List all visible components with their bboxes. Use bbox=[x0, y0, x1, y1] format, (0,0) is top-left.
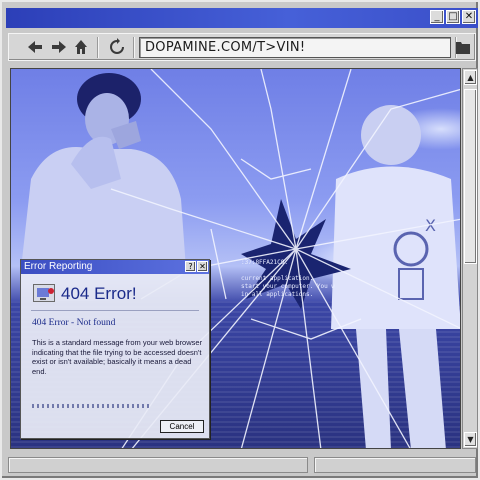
status-cell-main bbox=[8, 457, 308, 473]
error-heading: 404 Error! bbox=[61, 284, 137, 303]
error-subheading: 404 Error - Not found bbox=[32, 318, 116, 328]
toolbar-divider bbox=[97, 37, 99, 58]
scroll-down-button[interactable]: ▼ bbox=[464, 432, 477, 447]
navigation-toolbar: DOPAMINE.COM/T>VIN! bbox=[8, 33, 476, 61]
svg-text:X: X bbox=[425, 216, 436, 235]
glitch-noise bbox=[32, 404, 152, 408]
dialog-divider bbox=[31, 310, 199, 311]
window-controls: _ □ ✕ bbox=[430, 10, 476, 24]
address-bar[interactable]: DOPAMINE.COM/T>VIN! bbox=[139, 37, 451, 58]
toolbar-divider bbox=[133, 37, 135, 58]
help-button[interactable]: ? bbox=[185, 261, 196, 272]
dialog-controls: ? ✕ bbox=[185, 261, 208, 272]
minimize-button[interactable]: _ bbox=[430, 10, 444, 24]
browser-window: _ □ ✕ DOPAMINE.COM/T>VIN! X:37:8FFA21C9… bbox=[0, 0, 480, 480]
scroll-up-button[interactable]: ▲ bbox=[464, 70, 477, 85]
computer-error-icon bbox=[33, 284, 55, 302]
forward-arrow-icon[interactable] bbox=[49, 36, 69, 58]
maximize-button[interactable]: □ bbox=[446, 10, 460, 24]
cancel-button[interactable]: Cancel bbox=[160, 420, 204, 433]
person-left-figure bbox=[21, 73, 186, 269]
dialog-title-bar[interactable]: Error Reporting ? ✕ bbox=[21, 260, 209, 274]
bsod-error-text: :37:8FFA21C9. current application. start… bbox=[241, 259, 335, 298]
folder-icon[interactable] bbox=[453, 36, 473, 58]
title-bar[interactable]: _ □ ✕ bbox=[6, 8, 478, 28]
error-message: This is a standard message from your web… bbox=[32, 338, 203, 376]
home-icon[interactable] bbox=[71, 36, 91, 58]
refresh-icon[interactable] bbox=[107, 36, 127, 58]
scrollbar-thumb[interactable] bbox=[464, 89, 477, 264]
vertical-scrollbar[interactable]: ▲ ▼ bbox=[462, 68, 478, 449]
back-arrow-icon[interactable] bbox=[25, 36, 45, 58]
status-bar bbox=[8, 457, 476, 475]
page-content: X :37:8FFA21C9. current application. sta… bbox=[10, 68, 461, 449]
dialog-title: Error Reporting bbox=[24, 261, 93, 272]
status-cell-secondary bbox=[314, 457, 476, 473]
dialog-close-button[interactable]: ✕ bbox=[197, 261, 208, 272]
error-dialog: Error Reporting ? ✕ 404 Error! 404 Error… bbox=[20, 259, 210, 439]
close-button[interactable]: ✕ bbox=[462, 10, 476, 24]
